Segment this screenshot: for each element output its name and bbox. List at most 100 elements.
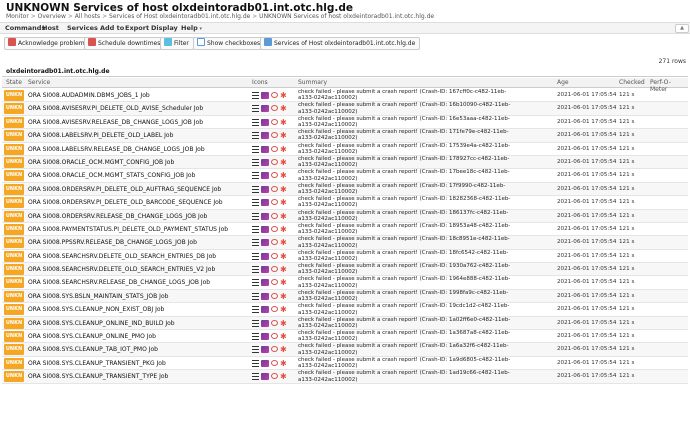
table-row[interactable]: UNKN ORA SI008.SEARCHSRV.DELETE_OLD_SEARC… [2,263,688,277]
list-icon[interactable] [252,145,259,153]
down-icon[interactable]: ✱ [280,252,287,260]
menu-commands[interactable]: Commands [5,24,45,32]
column-header-checked[interactable]: Checked [619,79,645,86]
service-name[interactable]: ORA SI008.SYS.CLEANUP_TRANSIENT_PKG Job [28,360,166,367]
breadcrumb-item[interactable]: UNKNOWN Services of host olxdeintoradb01… [259,13,434,20]
service-name[interactable]: ORA SI008.ORACLE_OCM.MGMT_STATS_CONFIG_J… [28,172,195,179]
graph-icon[interactable] [261,359,269,367]
list-icon[interactable] [252,132,259,140]
graph-icon[interactable] [261,92,269,99]
graph-icon[interactable] [261,105,269,113]
graph-icon[interactable] [261,199,269,207]
graph-icon[interactable] [261,145,269,153]
graph-icon[interactable] [261,346,269,354]
list-icon[interactable] [252,306,259,314]
comment-icon[interactable] [271,319,278,326]
column-header-state[interactable]: State [6,79,22,86]
graph-icon[interactable] [261,132,269,140]
list-icon[interactable] [252,105,259,113]
table-row[interactable]: UNKN ORA SI008.LABELSRV.PI_DELETE_OLD_LAB… [2,129,688,143]
show-checkboxes-button[interactable]: Show checkboxes [193,37,266,50]
list-icon[interactable] [252,266,259,274]
comment-icon[interactable] [271,239,278,246]
comment-icon[interactable] [271,212,278,219]
list-icon[interactable] [252,346,259,354]
list-icon[interactable] [252,212,259,220]
service-name[interactable]: ORA SI008.SYS.CLEANUP_ONLINE_IND_BUILD J… [28,320,175,327]
down-icon[interactable]: ✱ [280,118,287,126]
graph-icon[interactable] [261,306,269,314]
table-row[interactable]: UNKN ORA SI008.AVISESRV.RELEASE_DB_CHANGE… [2,116,688,130]
service-name[interactable]: ORA SI008.SEARCHSRV.RELEASE_DB_CHANGE_LO… [28,279,210,286]
graph-icon[interactable] [261,266,269,274]
down-icon[interactable]: ✱ [280,306,287,314]
menu-export[interactable]: Export [125,24,149,32]
service-name[interactable]: ORA SI008.AVISESRV.RELEASE_DB_CHANGE_LOG… [28,119,203,126]
menu-display[interactable]: Display [151,24,178,32]
down-icon[interactable]: ✱ [280,172,287,180]
table-row[interactable]: UNKN ORA SI008.SEARCHSRV.DELETE_OLD_SEARC… [2,250,688,264]
comment-icon[interactable] [271,105,278,112]
table-row[interactable]: UNKN ORA SI008.AUDADMIN.DBMS_JOBS_1 Job ✱ c… [2,89,688,103]
service-name[interactable]: ORA SI008.LABELSRV.RELEASE_DB_CHANGE_LOG… [28,146,205,153]
services-of-host-button[interactable]: Services of Host olxdeintoradb01.int.otc… [260,37,421,50]
list-icon[interactable] [252,118,259,126]
graph-icon[interactable] [261,333,269,341]
service-name[interactable]: ORA SI008.SYS.CLEANUP_TRANSIENT_TYPE Job [28,373,168,380]
service-name[interactable]: ORA SI008.PPSSRV.RELEASE_DB_CHANGE_LOGS_… [28,239,197,246]
comment-icon[interactable] [271,118,278,125]
table-row[interactable]: UNKN ORA SI008.AVISESRV.PI_DELETE_OLD_AVI… [2,102,688,116]
graph-icon[interactable] [261,292,269,300]
breadcrumb-item[interactable]: Monitor [6,13,29,20]
graph-icon[interactable] [261,373,269,381]
comment-icon[interactable] [271,185,278,192]
table-row[interactable]: UNKN ORA SI008.ORACLE_OCM.MGMT_CONFIG_JOB… [2,155,688,170]
down-icon[interactable]: ✱ [280,266,287,274]
service-name[interactable]: ORA SI008.LABELSRV.PI_DELETE_OLD_LABEL J… [28,132,173,139]
down-icon[interactable]: ✱ [280,225,287,233]
schedule-downtimes-button[interactable]: Schedule downtimes [84,37,166,50]
down-icon[interactable]: ✱ [280,279,287,287]
service-name[interactable]: ORA SI008.SYS.BSLN_MAINTAIN_STATS_JOB Jo… [28,293,168,300]
graph-icon[interactable] [261,279,269,287]
graph-icon[interactable] [261,172,269,180]
graph-icon[interactable] [261,118,269,126]
down-icon[interactable]: ✱ [280,132,287,140]
table-row[interactable]: UNKN ORA SI008.SYS.CLEANUP_TRANSIENT_TYPE… [2,370,688,384]
down-icon[interactable]: ✱ [280,319,287,327]
service-name[interactable]: ORA SI008.ORDERSRV.PI_DELETE_OLD_AUFTRAG… [28,186,221,193]
comment-icon[interactable] [271,158,278,165]
table-row[interactable]: UNKN ORA SI008.SYS.CLEANUP_NON_EXIST_OBJ … [2,303,688,317]
table-row[interactable]: UNKN ORA SI008.ORDERSRV.PI_DELETE_OLD_BAR… [2,196,688,210]
acknowledge-button[interactable]: Acknowledge problems [4,37,93,50]
down-icon[interactable]: ✱ [280,346,287,354]
down-icon[interactable]: ✱ [280,105,287,113]
comment-icon[interactable] [271,292,278,299]
comment-icon[interactable] [271,306,278,313]
graph-icon[interactable] [261,158,269,166]
down-icon[interactable]: ✱ [280,158,287,166]
service-name[interactable]: ORA SI008.ORDERSRV.RELEASE_DB_CHANGE_LOG… [28,213,207,220]
table-row[interactable]: UNKN ORA SI008.LABELSRV.RELEASE_DB_CHANGE… [2,143,688,156]
service-name[interactable]: ORA SI008.SYS.CLEANUP_ONLINE_PMO Job [28,333,156,340]
service-name[interactable]: ORA SI008.SEARCHSRV.DELETE_OLD_SEARCH_EN… [28,266,215,273]
menu-services[interactable]: Services [67,24,98,32]
comment-icon[interactable] [271,225,278,232]
table-row[interactable]: UNKN ORA SI008.SEARCHSRV.RELEASE_DB_CHANG… [2,276,688,290]
table-row[interactable]: UNKN ORA SI008.SYS.BSLN_MAINTAIN_STATS_JO… [2,289,688,304]
list-icon[interactable] [252,333,259,341]
table-row[interactable]: UNKN ORA SI008.SYS.CLEANUP_TAB_IOT_PMO Jo… [2,343,688,357]
down-icon[interactable]: ✱ [280,239,287,247]
comment-icon[interactable] [271,132,278,139]
table-row[interactable]: UNKN ORA SI008.SYS.CLEANUP_ONLINE_IND_BUI… [2,316,688,331]
graph-icon[interactable] [261,319,269,327]
list-icon[interactable] [252,172,259,180]
column-header-summary[interactable]: Summary [298,79,327,86]
service-name[interactable]: ORA SI008.PAYMENTSTATUS.PI_DELETE_OLD_PA… [28,226,228,233]
down-icon[interactable]: ✱ [280,92,287,100]
comment-icon[interactable] [271,252,278,259]
graph-icon[interactable] [261,212,269,220]
list-icon[interactable] [252,319,259,327]
list-icon[interactable] [252,292,259,300]
comment-icon[interactable] [271,92,278,98]
